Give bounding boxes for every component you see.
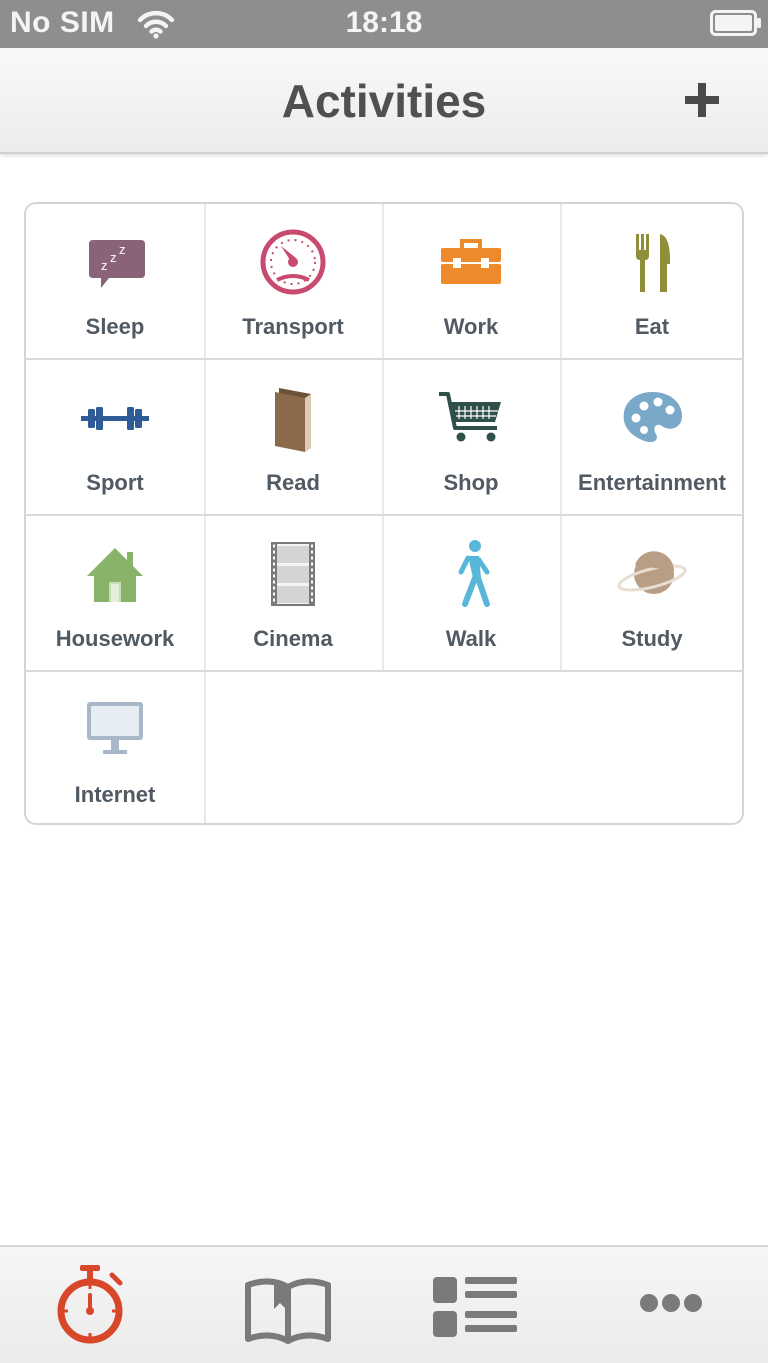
activity-label: Cinema	[253, 626, 333, 651]
fork-knife-icon	[636, 234, 670, 292]
svg-text:z: z	[101, 258, 108, 273]
activity-cinema[interactable]: Cinema	[204, 516, 384, 670]
tab-more[interactable]	[623, 1261, 719, 1353]
walker-icon	[458, 540, 490, 607]
activity-transport[interactable]: Transport	[204, 204, 384, 358]
svg-text:z: z	[110, 250, 117, 265]
more-icon	[640, 1294, 702, 1312]
tab-timer[interactable]	[42, 1261, 138, 1353]
planet-icon	[617, 551, 687, 594]
activity-work[interactable]: Work	[382, 204, 562, 358]
grid-row: Sport Read Shop Entertainment	[26, 360, 742, 516]
activity-walk[interactable]: Walk	[382, 516, 562, 670]
cart-icon	[439, 392, 501, 442]
activity-label: Entertainment	[578, 470, 726, 495]
speedometer-icon	[260, 229, 326, 295]
status-bar: No SIM 18:18	[0, 0, 768, 48]
sleep-icon: z z z	[89, 240, 145, 288]
activity-sport[interactable]: Sport	[26, 360, 206, 514]
activity-label: Transport	[242, 314, 344, 339]
plus-icon[interactable]	[676, 74, 728, 126]
activity-label: Internet	[74, 782, 156, 807]
activities-grid: z z z Sleep Transport Work Eat Sport Rea…	[24, 202, 744, 825]
activity-read[interactable]: Read	[204, 360, 384, 514]
nav-header: Activities	[0, 48, 768, 154]
activity-internet[interactable]: Internet	[26, 672, 206, 823]
activity-label: Sleep	[85, 314, 145, 339]
activity-label: Study	[621, 626, 683, 651]
clock-time: 18:18	[345, 6, 423, 39]
list-icon	[433, 1277, 517, 1337]
tab-log[interactable]	[240, 1261, 336, 1353]
monitor-icon	[87, 702, 143, 754]
activity-entertainment[interactable]: Entertainment	[562, 360, 742, 514]
open-book-icon	[245, 1278, 331, 1344]
activity-eat[interactable]: Eat	[562, 204, 742, 358]
activity-label: Walk	[445, 626, 497, 651]
grid-row: z z z Sleep Transport Work Eat	[26, 204, 742, 360]
stopwatch-icon	[57, 1265, 123, 1344]
activity-label: Sport	[86, 470, 144, 495]
book-icon	[275, 388, 311, 452]
film-icon	[271, 542, 315, 606]
activity-label: Shop	[443, 470, 499, 495]
page-title: Activities	[281, 75, 487, 127]
activity-sleep[interactable]: z z z Sleep	[26, 204, 206, 358]
battery-icon	[710, 10, 761, 36]
tab-bar	[0, 1245, 768, 1363]
activity-study[interactable]: Study	[562, 516, 742, 670]
dumbbell-icon	[81, 407, 149, 430]
palette-icon	[623, 392, 682, 442]
activity-housework[interactable]: Housework	[26, 516, 206, 670]
activity-label: Read	[266, 470, 320, 495]
svg-text:z: z	[119, 242, 126, 257]
tab-list[interactable]	[427, 1261, 523, 1353]
grid-row: Housework Cinema Walk Study	[26, 516, 742, 672]
grid-row: Internet	[26, 672, 742, 823]
activity-label: Work	[443, 314, 499, 339]
toolbox-icon	[441, 239, 501, 284]
activity-shop[interactable]: Shop	[382, 360, 562, 514]
activity-label: Housework	[55, 626, 175, 651]
activity-label: Eat	[634, 314, 670, 339]
house-icon	[87, 548, 143, 602]
